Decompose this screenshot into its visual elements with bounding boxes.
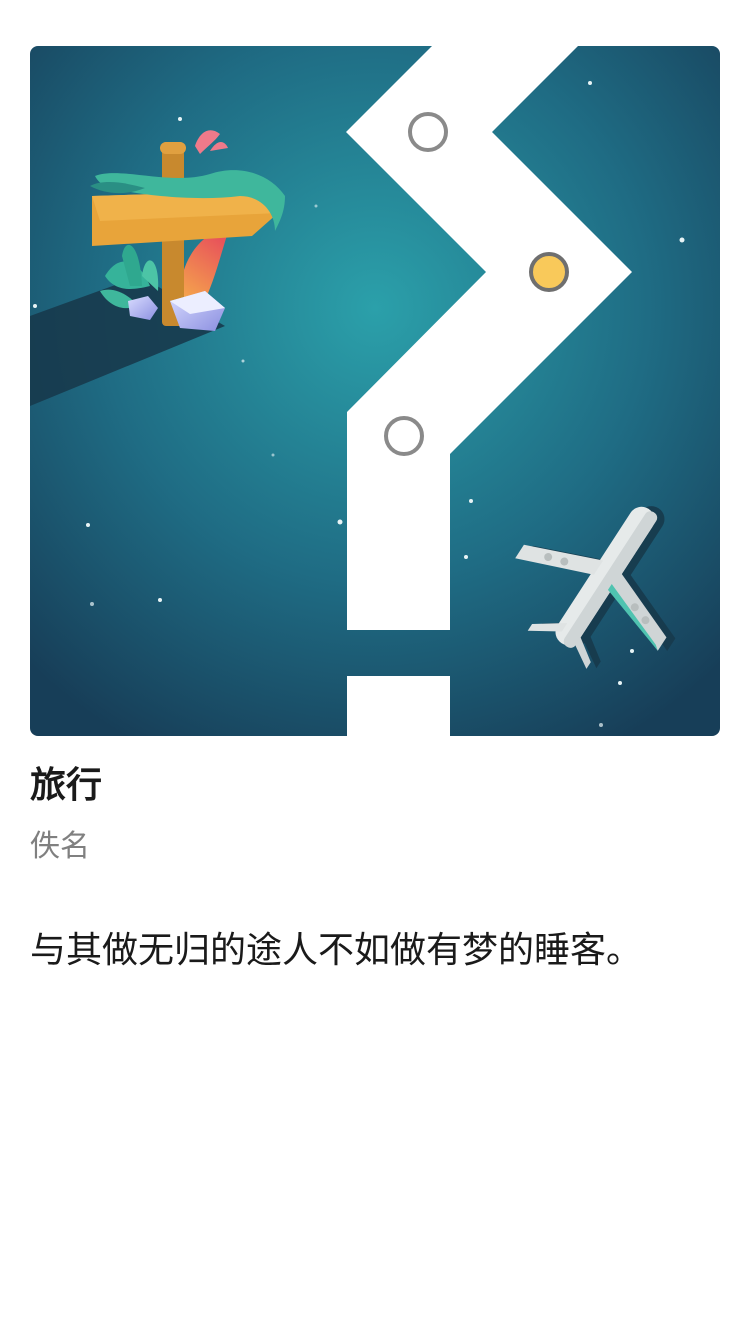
poem-title: 旅行 (30, 765, 103, 806)
path-end-block (347, 676, 450, 736)
path-node-bottom (384, 416, 424, 456)
poem-quote: 与其做无归的途人不如做有梦的睡客。 (30, 930, 643, 971)
path-node-active (529, 252, 569, 292)
travel-illustration (30, 46, 720, 736)
path-node-top (408, 112, 448, 152)
poem-author: 佚名 (30, 829, 90, 864)
cover-illustration (30, 46, 720, 736)
